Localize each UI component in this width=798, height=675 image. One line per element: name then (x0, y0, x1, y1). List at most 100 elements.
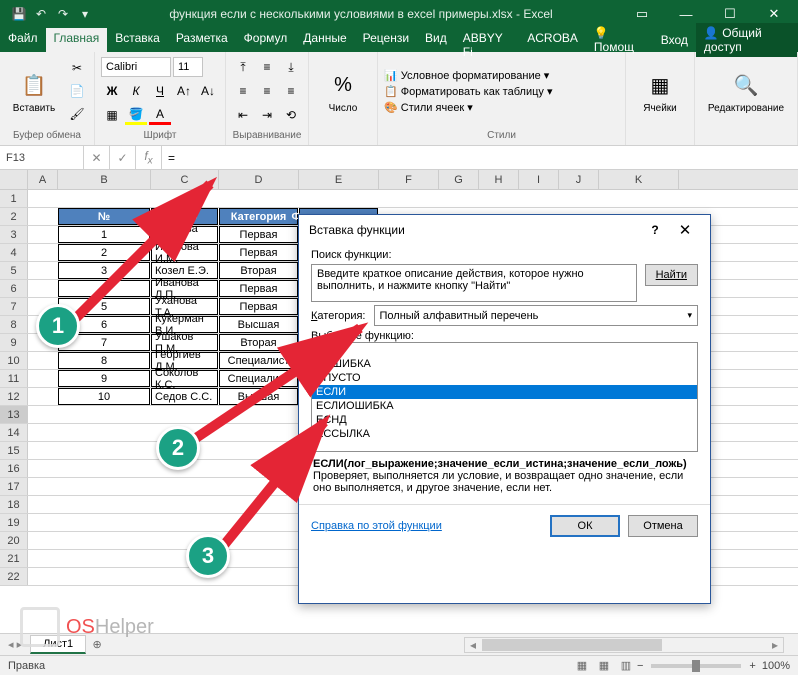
column-header[interactable]: E (299, 170, 379, 189)
row-header[interactable]: 14 (0, 424, 28, 441)
table-cell[interactable]: 9 (58, 370, 150, 387)
row-header[interactable]: 10 (0, 352, 28, 369)
category-select[interactable]: Полный алфавитный перечень▾ (374, 305, 699, 326)
decrease-indent-button[interactable]: ⇤ (232, 105, 254, 125)
function-item[interactable]: ЕСЛИ (312, 385, 697, 399)
cancel-formula-icon[interactable]: ✕ (84, 146, 110, 169)
normal-view-button[interactable]: ▦ (571, 659, 593, 672)
save-icon[interactable]: 💾 (10, 5, 28, 23)
table-cell[interactable]: 3 (58, 262, 150, 279)
function-item[interactable]: ЕОШИБКА (312, 357, 697, 371)
tab-insert[interactable]: Вставка (107, 28, 168, 52)
tab-acrobat[interactable]: ACROBA (519, 28, 586, 52)
row-header[interactable]: 11 (0, 370, 28, 387)
redo-icon[interactable]: ↷ (54, 5, 72, 23)
dialog-close-button[interactable]: ✕ (670, 221, 700, 239)
help-link[interactable]: Справка по этой функции (311, 520, 442, 532)
table-cell[interactable]: Специалист (219, 352, 298, 369)
tab-review[interactable]: Рецензи (355, 28, 417, 52)
table-cell[interactable]: Седов С.С. (151, 388, 218, 405)
underline-button[interactable]: Ч (149, 81, 171, 101)
decrease-font-button[interactable]: A↓ (197, 81, 219, 101)
enter-formula-icon[interactable]: ✓ (110, 146, 136, 169)
table-cell[interactable]: Категория (219, 208, 298, 225)
font-size-combo[interactable]: 11 (173, 57, 203, 77)
copy-icon[interactable]: 📄 (66, 81, 88, 101)
row-header[interactable]: 2 (0, 208, 28, 225)
row-header[interactable]: 22 (0, 568, 28, 585)
column-header[interactable]: A (28, 170, 58, 189)
function-item[interactable]: ЕССЫЛКА (312, 427, 697, 441)
cancel-button[interactable]: Отмена (628, 515, 698, 537)
find-button[interactable]: Найти (645, 264, 698, 286)
qat-dropdown-icon[interactable]: ▾ (76, 5, 94, 23)
column-header[interactable]: I (519, 170, 559, 189)
editing-button[interactable]: 🔍 Редактирование (701, 54, 791, 128)
zoom-slider[interactable] (651, 664, 741, 668)
row-header[interactable]: 12 (0, 388, 28, 405)
insert-function-icon[interactable]: fx (136, 146, 162, 169)
formula-bar[interactable]: = (162, 146, 798, 169)
column-header[interactable]: C (151, 170, 219, 189)
row-header[interactable]: 9 (0, 334, 28, 351)
zoom-in-button[interactable]: + (749, 660, 755, 672)
increase-font-button[interactable]: A↑ (173, 81, 195, 101)
tab-home[interactable]: Главная (46, 28, 108, 52)
column-header[interactable]: F (379, 170, 439, 189)
row-header[interactable]: 16 (0, 460, 28, 477)
table-cell[interactable]: 8 (58, 352, 150, 369)
table-cell[interactable]: Высшая (219, 316, 298, 333)
number-button[interactable]: % Число (315, 54, 371, 128)
function-list[interactable]: ЕОШЕОШИБКАЕПУСТОЕСЛИЕСЛИОШИБКАЕСНДЕССЫЛК… (311, 342, 698, 452)
fill-color-button[interactable]: 🪣 (125, 105, 147, 125)
row-header[interactable]: 20 (0, 532, 28, 549)
tab-data[interactable]: Данные (295, 28, 354, 52)
name-box[interactable]: F13 (0, 146, 84, 169)
align-bottom-button[interactable]: ⤓ (280, 57, 302, 77)
tab-abbyy[interactable]: ABBYY Fi (455, 28, 519, 52)
conditional-format-button[interactable]: 📊 Условное форматирование ▾ (384, 69, 549, 82)
function-item[interactable]: ЕПУСТО (312, 371, 697, 385)
row-header[interactable]: 15 (0, 442, 28, 459)
tab-layout[interactable]: Разметка (168, 28, 236, 52)
table-cell[interactable]: Специалист (219, 370, 298, 387)
align-left-button[interactable]: ≡ (232, 81, 254, 101)
row-header[interactable]: 21 (0, 550, 28, 567)
table-cell[interactable]: Высшая (219, 388, 298, 405)
table-cell[interactable]: Первая (219, 298, 298, 315)
increase-indent-button[interactable]: ⇥ (256, 105, 278, 125)
function-item[interactable]: ЕОШ (312, 343, 697, 357)
column-header[interactable]: H (479, 170, 519, 189)
column-header[interactable]: D (219, 170, 299, 189)
column-header[interactable]: B (58, 170, 151, 189)
table-cell[interactable]: № (58, 208, 150, 225)
row-header[interactable]: 5 (0, 262, 28, 279)
table-cell[interactable]: 2 (58, 244, 150, 261)
align-right-button[interactable]: ≡ (280, 81, 302, 101)
ok-button[interactable]: ОК (550, 515, 620, 537)
table-cell[interactable]: Иванова И.М. (151, 244, 218, 261)
column-header[interactable]: K (599, 170, 679, 189)
table-cell[interactable]: Первая (219, 226, 298, 243)
column-header[interactable]: J (559, 170, 599, 189)
font-name-combo[interactable]: Calibri (101, 57, 171, 77)
table-cell[interactable]: Первая (219, 280, 298, 297)
dialog-help-icon[interactable]: ? (640, 223, 670, 237)
zoom-out-button[interactable]: − (637, 660, 643, 672)
table-cell[interactable]: Первая (219, 244, 298, 261)
row-header[interactable]: 7 (0, 298, 28, 315)
orientation-button[interactable]: ⟲ (280, 105, 302, 125)
table-cell[interactable]: 4 (58, 280, 150, 297)
table-cell[interactable]: Вторая (219, 262, 298, 279)
row-header[interactable]: 18 (0, 496, 28, 513)
row-header[interactable]: 1 (0, 190, 28, 207)
page-break-button[interactable]: ▥ (615, 659, 637, 672)
horizontal-scrollbar[interactable]: ◂▸ (464, 637, 784, 653)
function-item[interactable]: ЕСНД (312, 413, 697, 427)
format-painter-icon[interactable]: 🖌 (66, 104, 88, 124)
cells-button[interactable]: ▦ Ячейки (632, 54, 688, 128)
font-color-button[interactable]: A (149, 105, 171, 125)
align-top-button[interactable]: ⤒ (232, 57, 254, 77)
tab-file[interactable]: Файл (0, 28, 46, 52)
row-header[interactable]: 4 (0, 244, 28, 261)
